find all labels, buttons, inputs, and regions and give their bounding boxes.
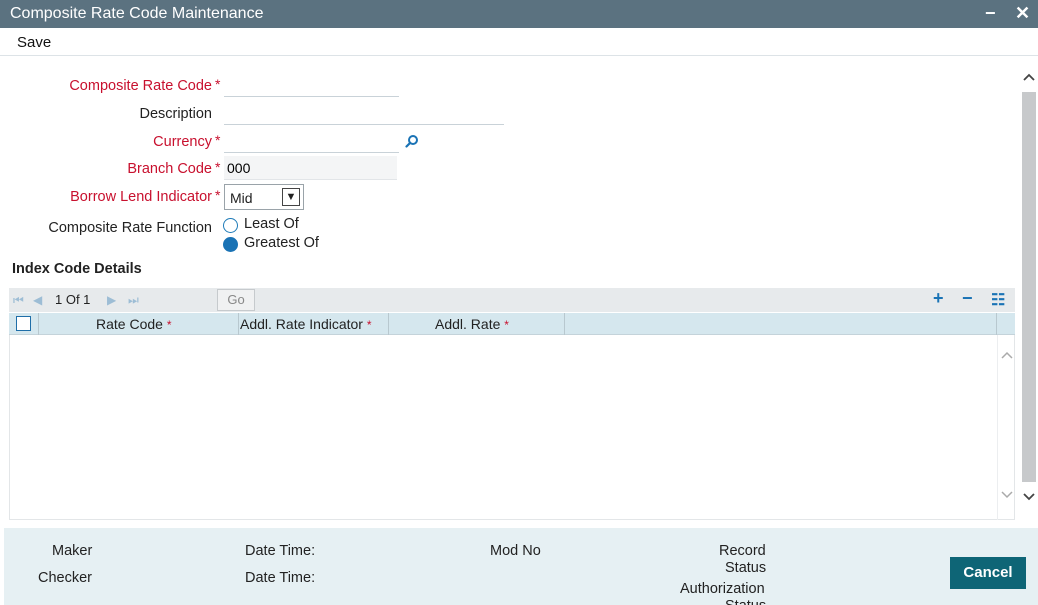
branch-code-input xyxy=(224,156,397,180)
least-of-radio[interactable] xyxy=(223,218,238,233)
minimize-icon[interactable]: − xyxy=(985,3,996,24)
save-button[interactable]: Save xyxy=(17,34,51,51)
next-page-icon[interactable]: ▶ xyxy=(107,293,116,307)
grid-body xyxy=(9,335,1015,520)
composite-rate-code-label: Composite Rate Code xyxy=(69,78,212,94)
audit-footer xyxy=(4,528,1038,605)
column-header-rate-code[interactable]: Rate Code * xyxy=(96,316,172,332)
maker-date-time-label: Date Time: xyxy=(245,543,316,559)
checker-label: Checker xyxy=(38,570,92,586)
go-button[interactable]: Go xyxy=(217,289,255,311)
composite-rate-function-label: Composite Rate Function xyxy=(48,220,212,236)
page-indicator: 1 Of 1 xyxy=(55,292,91,307)
grid-scroll-up-icon[interactable] xyxy=(1000,349,1014,361)
scroll-down-icon[interactable] xyxy=(1022,491,1036,503)
required-marker: * xyxy=(504,318,509,332)
remove-row-icon[interactable]: − xyxy=(962,288,973,309)
chevron-down-icon: ▼ xyxy=(282,188,300,206)
mod-no-label: Mod No xyxy=(490,543,541,559)
scrollbar-thumb[interactable] xyxy=(1022,92,1036,482)
last-page-icon[interactable]: ⏭ xyxy=(128,293,139,308)
column-label: Addl. Rate Indicator xyxy=(240,316,363,332)
borrow-lend-indicator-label: Borrow Lend Indicator xyxy=(70,189,212,205)
record-status-label: Status xyxy=(725,560,767,576)
branch-code-label: Branch Code xyxy=(127,161,212,177)
maker-label: Maker xyxy=(52,543,93,559)
previous-page-icon[interactable]: ◀ xyxy=(33,293,42,307)
required-marker: * xyxy=(215,187,221,203)
record-label: Record xyxy=(719,543,766,559)
title-bar: Composite Rate Code Maintenance − ✕ xyxy=(0,0,1038,28)
borrow-lend-indicator-value: Mid xyxy=(230,190,253,206)
close-icon[interactable]: ✕ xyxy=(1015,3,1030,24)
required-marker: * xyxy=(215,76,221,92)
menu-bar: Save xyxy=(0,28,1038,56)
search-icon[interactable] xyxy=(405,134,419,148)
required-marker: * xyxy=(215,132,221,148)
greatest-of-radio[interactable] xyxy=(223,237,238,252)
grid-header: Rate Code * Addl. Rate Indicator * Addl.… xyxy=(9,313,1015,335)
grid-scroll-down-icon[interactable] xyxy=(1000,489,1014,501)
scroll-up-icon[interactable] xyxy=(1022,71,1036,83)
least-of-label: Least Of xyxy=(244,216,299,232)
column-label: Rate Code xyxy=(96,316,163,332)
greatest-of-label: Greatest Of xyxy=(244,235,319,251)
column-header-addl-rate[interactable]: Addl. Rate * xyxy=(435,316,509,332)
page-scrollbar[interactable] xyxy=(1020,66,1038,520)
description-label: Description xyxy=(139,106,212,122)
first-page-icon[interactable]: ⏮ xyxy=(13,293,24,308)
currency-input[interactable] xyxy=(224,133,399,153)
borrow-lend-indicator-select[interactable]: Mid ▼ xyxy=(224,184,304,210)
window-title: Composite Rate Code Maintenance xyxy=(10,5,264,22)
description-input[interactable] xyxy=(224,105,504,125)
composite-rate-code-input[interactable] xyxy=(224,77,399,97)
required-marker: * xyxy=(166,318,172,332)
grid-toolbar: ⏮ ◀ 1 Of 1 ▶ ⏭ + − ☷ xyxy=(9,288,1015,312)
select-all-checkbox[interactable] xyxy=(16,316,31,331)
currency-label: Currency xyxy=(153,134,212,150)
column-label: Addl. Rate xyxy=(435,316,501,332)
add-row-icon[interactable]: + xyxy=(933,288,944,309)
required-marker: * xyxy=(366,318,372,332)
required-marker: * xyxy=(215,159,221,175)
list-view-icon[interactable]: ☷ xyxy=(991,290,1005,310)
column-header-addl-rate-indicator[interactable]: Addl. Rate Indicator * xyxy=(240,316,372,332)
cancel-button[interactable]: Cancel xyxy=(950,557,1026,589)
index-code-details-title: Index Code Details xyxy=(12,261,142,277)
authorization-label: Authorization xyxy=(680,581,765,597)
checker-date-time-label: Date Time: xyxy=(245,570,316,586)
authorization-status-label: Status xyxy=(725,598,766,605)
